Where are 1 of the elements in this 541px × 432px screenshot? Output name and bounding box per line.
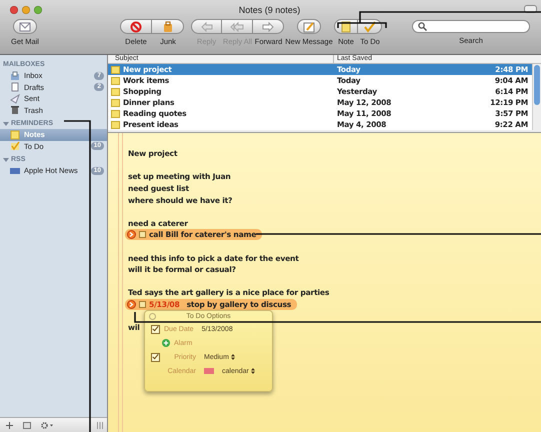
- window-title: Notes (9 notes): [238, 4, 300, 14]
